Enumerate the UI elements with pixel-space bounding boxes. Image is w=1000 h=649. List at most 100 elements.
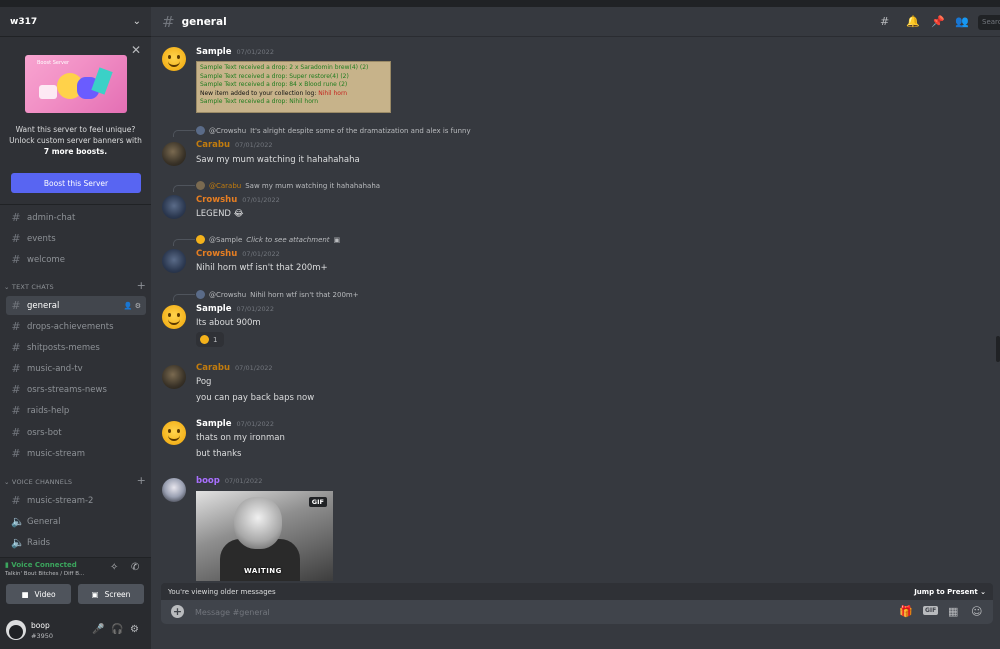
channel-music-stream[interactable]: # music-stream: [6, 444, 146, 463]
message-author[interactable]: Crowshu 07/01/2022: [196, 249, 280, 259]
channel-general[interactable]: # general 👤 ⚙: [6, 296, 146, 315]
add-channel-icon[interactable]: +: [137, 474, 146, 487]
reply-preview[interactable]: @Sample Click to see attachment ▣: [196, 235, 340, 244]
channel-music-and-tv[interactable]: # music-and-tv: [6, 359, 146, 378]
avatar[interactable]: [162, 478, 186, 502]
channel-admin-chat[interactable]: # admin-chat: [6, 208, 146, 227]
voice-status[interactable]: ▮ Voice Connected: [5, 561, 77, 569]
message-list[interactable]: Sample 07/01/2022 Sample Text received a …: [151, 37, 1000, 582]
hash-icon: #: [11, 426, 21, 439]
gift-icon[interactable]: 🎁: [899, 605, 913, 618]
reply-connector: [173, 239, 195, 246]
speaker-icon: 🔈: [11, 536, 25, 549]
voice-channel-info[interactable]: Talkin' Bout Bitches / Diff B...: [5, 571, 84, 577]
reaction-pill[interactable]: 1: [196, 332, 224, 347]
hash-icon: #: [162, 12, 175, 31]
jump-to-present-button[interactable]: Jump to Present ⌄: [914, 588, 986, 596]
disconnect-icon[interactable]: ✆: [131, 562, 139, 573]
timestamp: 07/01/2022: [236, 48, 274, 56]
message-input[interactable]: [195, 606, 795, 618]
category-voice-channels[interactable]: ⌄ VOICE CHANNELS +: [4, 474, 146, 487]
screen-share-button[interactable]: ▣ Screen: [78, 584, 144, 604]
message-author[interactable]: Sample 07/01/2022: [196, 419, 274, 429]
avatar[interactable]: [162, 365, 186, 389]
message-author[interactable]: Crowshu 07/01/2022: [196, 195, 280, 205]
message-author[interactable]: Carabu 07/01/2022: [196, 140, 273, 150]
voice-channel-general[interactable]: 🔈 General: [6, 512, 146, 531]
avatar[interactable]: [162, 249, 186, 273]
reply-connector: [173, 185, 195, 192]
threads-icon[interactable]: #: [880, 15, 889, 28]
channel-label: raids-help: [27, 405, 70, 416]
server-header[interactable]: w317 ⌄: [0, 7, 151, 37]
message-author[interactable]: Carabu 07/01/2022: [196, 363, 273, 373]
attachment-line: Sample Text received a drop: Super resto…: [200, 72, 349, 80]
attachment-line: Sample Text received a drop: 2 x Saradom…: [200, 64, 369, 71]
timestamp: 07/01/2022: [236, 305, 274, 313]
noise-suppression-icon[interactable]: ✧: [110, 562, 118, 573]
sticker-icon[interactable]: ▦: [948, 605, 958, 618]
image-icon: ▣: [333, 235, 341, 244]
channel-welcome[interactable]: # welcome: [6, 250, 146, 269]
avatar[interactable]: [162, 142, 186, 166]
avatar[interactable]: [6, 620, 26, 640]
add-channel-icon[interactable]: +: [137, 279, 146, 292]
channel-drops-achievements[interactable]: # drops-achievements: [6, 317, 146, 336]
gear-icon[interactable]: ⚙: [130, 624, 139, 635]
pin-icon[interactable]: 📌: [931, 15, 945, 28]
gear-icon[interactable]: ⚙: [135, 302, 141, 310]
message-composer: + 🎁 GIF ▦ ☺: [161, 600, 993, 624]
message-author[interactable]: Sample 07/01/2022: [196, 47, 274, 57]
avatar[interactable]: [162, 47, 186, 71]
bell-icon[interactable]: 🔔: [906, 15, 920, 28]
message-text: LEGEND 😂: [196, 209, 244, 219]
microphone-icon[interactable]: 🎤: [92, 624, 104, 635]
channel-shitposts-memes[interactable]: # shitposts-memes: [6, 338, 146, 357]
invite-icon[interactable]: 👤: [124, 302, 133, 310]
gif-embed[interactable]: GIF WAITING: [196, 491, 333, 581]
category-text-chats[interactable]: ⌄ TEXT CHATS +: [4, 279, 146, 292]
avatar[interactable]: [162, 195, 186, 219]
message-author[interactable]: boop 07/01/2022: [196, 476, 262, 486]
channel-label: events: [27, 233, 56, 244]
image-attachment[interactable]: Sample Text received a drop: 2 x Saradom…: [196, 61, 391, 113]
reply-preview[interactable]: @Carabu Saw my mum watching it hahahahaha: [196, 181, 380, 190]
voice-connection-panel: ▮ Voice Connected Talkin' Bout Bitches /…: [0, 557, 151, 613]
message-author[interactable]: Sample 07/01/2022: [196, 304, 274, 314]
channel-title: general: [181, 15, 227, 28]
channel-events[interactable]: # events: [6, 229, 146, 248]
channel-raids-help[interactable]: # raids-help: [6, 401, 146, 420]
emoji-icon[interactable]: ☺: [971, 605, 982, 618]
boost-server-button[interactable]: Boost this Server: [11, 173, 141, 193]
avatar[interactable]: [162, 421, 186, 445]
hash-icon: #: [11, 232, 21, 245]
channel-music-stream-2[interactable]: # music-stream-2: [6, 491, 146, 510]
avatar[interactable]: [162, 305, 186, 329]
reply-preview[interactable]: @Crowshu Nihil horn wtf isn't that 200m+: [196, 290, 359, 299]
voice-channel-raids[interactable]: 🔈 Raids: [6, 533, 146, 552]
headphones-icon[interactable]: 🎧: [111, 624, 123, 635]
close-icon[interactable]: ✕: [131, 43, 141, 57]
camera-icon: ■: [21, 589, 29, 599]
boost-line-2: Unlock custom server banners with: [9, 136, 142, 145]
boost-promo: ✕ Boost Server Want this server to feel …: [0, 43, 151, 193]
hash-icon: #: [11, 320, 21, 333]
members-icon[interactable]: 👥: [955, 15, 969, 28]
video-button[interactable]: ■ Video: [6, 584, 71, 604]
scrollbar-thumb[interactable]: [996, 336, 1000, 362]
hash-icon: #: [11, 447, 21, 460]
channel-osrs-bot[interactable]: # osrs-bot: [6, 423, 146, 442]
older-messages-bar: You're viewing older messages Jump to Pr…: [161, 583, 993, 600]
channel-osrs-streams-news[interactable]: # osrs-streams-news: [6, 380, 146, 399]
smiley-icon: [200, 335, 209, 344]
reply-preview[interactable]: @Crowshu It's alright despite some of the…: [196, 126, 471, 135]
search-input[interactable]: Search: [978, 15, 1000, 30]
add-attachment-icon[interactable]: +: [171, 605, 184, 618]
gif-button[interactable]: GIF: [923, 606, 939, 615]
chevron-down-icon[interactable]: ⌄: [133, 16, 141, 27]
window-top-strip: [0, 0, 1000, 7]
timestamp: 07/01/2022: [224, 477, 263, 485]
screen-icon: ▣: [91, 589, 99, 599]
hash-icon: #: [11, 341, 21, 354]
boost-description: Want this server to feel unique? Unlock …: [0, 124, 151, 157]
